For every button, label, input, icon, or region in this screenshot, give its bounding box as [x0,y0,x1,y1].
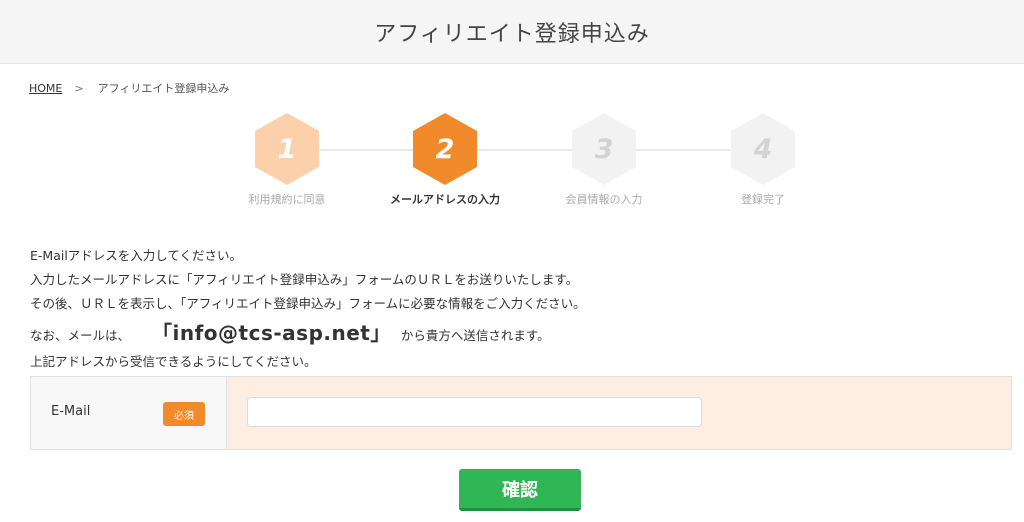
step-1-hexagon: 1 [255,113,319,185]
sender-notice-suffix: から貴方へ送信されます。 [400,328,550,343]
step-4-label: 登録完了 [741,193,785,206]
instruction-line-3: その後、ＵＲＬを表示し、「アフィリエイト登録申込み」フォームに必要な情報をご入力… [30,296,586,311]
required-badge: 必須 [163,402,205,426]
step-1-label: 利用規約に同意 [248,193,326,206]
step-connector [318,149,413,151]
step-3-number: 3 [594,133,614,165]
step-connector [636,149,731,151]
email-input-cell [227,377,1011,449]
step-3-label: 会員情報の入力 [565,193,643,206]
sender-notice-prefix: なお、メールは、 [30,328,131,343]
instruction-line-1: E-Mailアドレスを入力してください。 [30,248,243,263]
step-4-number: 4 [753,133,773,165]
step-1-number: 1 [277,133,297,165]
step-3-hexagon: 3 [572,113,636,185]
step-2-number: 2 [435,133,455,165]
step-2-label: メールアドレスの入力 [390,193,500,206]
instruction-line-2: 入力したメールアドレスに「アフィリエイト登録申込み」フォームのＵＲＬをお送りいた… [30,272,579,287]
step-connector [477,149,572,151]
sender-notice: なお、メールは、 「info@tcs-asp.net」 から貴方へ送信されます。 [30,316,586,350]
confirm-button[interactable]: 確認 [459,469,581,511]
progress-steps: 1 2 3 4 利用規約に同意 メールアドレスの入力 会員情報の入力 登録完了 [0,0,1024,220]
email-label: E-Mail [51,404,91,419]
sender-email-address: 「info@tcs-asp.net」 [152,321,391,345]
email-input[interactable] [247,397,702,427]
step-2-hexagon: 2 [413,113,477,185]
instructions: E-Mailアドレスを入力してください。 入力したメールアドレスに「アフィリエイ… [30,244,586,374]
step-4-hexagon: 4 [731,113,795,185]
email-form-row: E-Mail 必須 [30,376,1012,450]
instruction-line-5: 上記アドレスから受信できるようにしてください。 [30,354,317,369]
email-label-cell: E-Mail 必須 [31,377,227,449]
